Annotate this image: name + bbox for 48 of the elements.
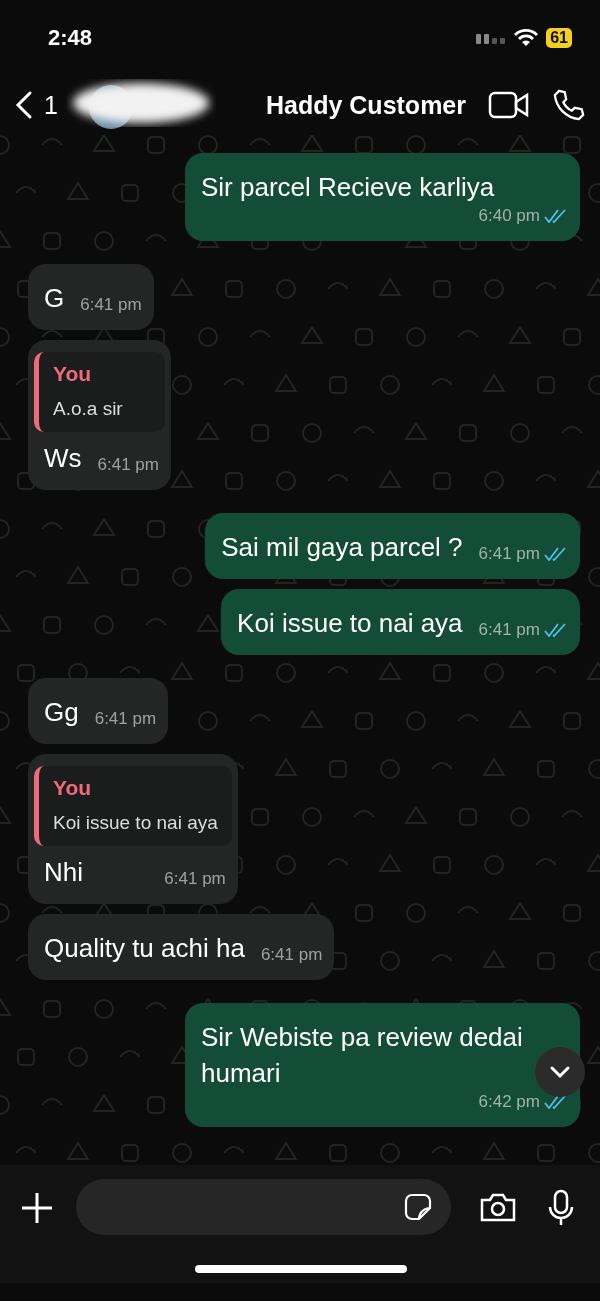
signal-icon	[476, 31, 507, 44]
message-text: Nhi	[44, 856, 83, 889]
message-input[interactable]	[76, 1179, 451, 1235]
quote-author: You	[53, 776, 93, 800]
back-icon[interactable]	[14, 90, 34, 120]
message-bubble[interactable]: Sir parcel Recieve karliya 6:40 pm	[185, 153, 580, 241]
message-bubble[interactable]: Koi issue to nai aya 6:41 pm	[221, 589, 580, 655]
phone-icon[interactable]	[552, 88, 586, 122]
message-time: 6:41 pm	[164, 868, 226, 890]
unread-count[interactable]: 1	[44, 90, 58, 120]
message-time: 6:40 pm	[478, 205, 540, 227]
message-time: 6:41 pm	[478, 619, 540, 641]
quote-author: You	[53, 362, 93, 386]
quote-text: A.o.a sir	[53, 398, 124, 420]
message-bubble[interactable]: Quality tu achi ha 6:41 pm	[28, 914, 335, 980]
battery-level: 61	[546, 27, 572, 48]
message-bubble[interactable]: Gg 6:41 pm	[28, 678, 169, 744]
video-call-icon[interactable]	[488, 91, 530, 119]
message-text: Ws	[44, 442, 82, 475]
quote-text: Koi issue to nai aya	[53, 812, 218, 834]
message-bubble[interactable]: You A.o.a sir Ws 6:41 pm	[28, 340, 171, 490]
camera-icon[interactable]	[479, 1191, 517, 1223]
message-text: Koi issue to nai aya	[237, 607, 463, 640]
message-text: Sai mil gaya parcel ?	[221, 531, 463, 564]
message-bubble[interactable]: Sai mil gaya parcel ? 6:41 pm	[205, 513, 580, 579]
message-text: G	[44, 282, 65, 315]
plus-icon[interactable]	[20, 1191, 54, 1225]
wifi-icon	[514, 28, 539, 47]
message-time: 6:41 pm	[478, 543, 540, 565]
message-time: 6:41 pm	[80, 294, 142, 316]
message-bubble[interactable]: Sir Webiste pa review dedai humari 6:42 pm	[185, 1003, 580, 1127]
message-time: 6:42 pm	[478, 1091, 540, 1113]
message-bubble[interactable]: You Koi issue to nai aya Nhi 6:41 pm	[28, 754, 238, 904]
message-text: Quality tu achi ha	[44, 932, 245, 965]
message-text: Sir parcel Recieve karliya	[201, 171, 495, 204]
quoted-message[interactable]: You Koi issue to nai aya	[34, 766, 232, 846]
message-time: 6:41 pm	[94, 708, 157, 730]
microphone-icon[interactable]	[547, 1189, 575, 1227]
message-time: 6:41 pm	[97, 454, 159, 476]
sticker-icon[interactable]	[403, 1192, 433, 1222]
message-bubble[interactable]: G 6:41 pm	[28, 264, 154, 330]
message-text: Sir Webiste pa review dedai humari	[201, 1021, 523, 1090]
contact-name[interactable]: Haddy Customer	[265, 90, 466, 120]
quoted-message[interactable]: You A.o.a sir	[34, 352, 165, 432]
status-time: 2:48	[48, 24, 93, 51]
message-time: 6:41 pm	[260, 944, 323, 966]
message-text: Gg	[44, 696, 79, 729]
chevron-down-icon	[549, 1065, 571, 1079]
